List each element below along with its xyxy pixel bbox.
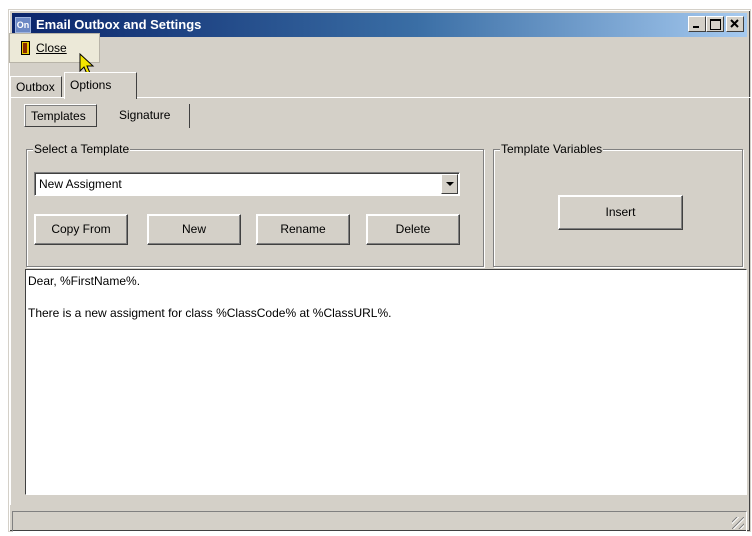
exit-door-icon: [21, 41, 30, 55]
subtab-templates-label: Templates: [31, 109, 86, 123]
maximize-icon: [710, 19, 721, 30]
editor-line-1: Dear, %FirstName%.: [28, 274, 141, 288]
maximize-button[interactable]: [706, 16, 724, 32]
close-window-button[interactable]: [726, 16, 744, 32]
subtab-signature-label: Signature: [119, 108, 171, 122]
select-template-group: Select a Template: [26, 142, 484, 267]
select-template-group-label: Select a Template: [33, 142, 131, 156]
resize-grip-icon[interactable]: [732, 517, 744, 529]
tab-outbox[interactable]: Outbox: [10, 76, 62, 97]
tab-options-label: Options: [70, 78, 112, 92]
copy-from-label: Copy From: [51, 222, 111, 236]
rename-label: Rename: [280, 222, 326, 236]
new-label: New: [181, 222, 206, 236]
new-button[interactable]: New: [147, 214, 241, 245]
close-button-label: Close: [36, 41, 67, 55]
chevron-down-icon[interactable]: [441, 174, 458, 194]
window-title: Email Outbox and Settings: [36, 17, 202, 32]
close-icon: [730, 19, 739, 28]
status-bar: [12, 511, 747, 532]
subtab-templates[interactable]: Templates: [24, 104, 97, 127]
insert-button[interactable]: Insert: [558, 195, 683, 230]
copy-from-button[interactable]: Copy From: [34, 214, 128, 245]
title-bar[interactable]: On Email Outbox and Settings: [12, 13, 747, 37]
insert-label: Insert: [605, 205, 636, 219]
delete-label: Delete: [395, 222, 431, 236]
tab-options[interactable]: Options: [64, 72, 137, 99]
template-body-editor[interactable]: Dear, %FirstName%. There is a new assigm…: [25, 269, 747, 495]
minimize-button[interactable]: [688, 16, 706, 32]
template-select[interactable]: New Assigment: [34, 172, 460, 196]
delete-button[interactable]: Delete: [366, 214, 460, 245]
template-select-value: New Assigment: [39, 177, 122, 191]
minimize-icon: [693, 26, 699, 28]
editor-line-2: There is a new assigment for class %Clas…: [28, 306, 392, 320]
app-icon: On: [15, 17, 31, 33]
template-variables-group-label: Template Variables: [500, 142, 604, 156]
rename-button[interactable]: Rename: [256, 214, 350, 245]
tab-outbox-label: Outbox: [16, 80, 55, 94]
subtab-signature[interactable]: Signature: [108, 104, 190, 128]
